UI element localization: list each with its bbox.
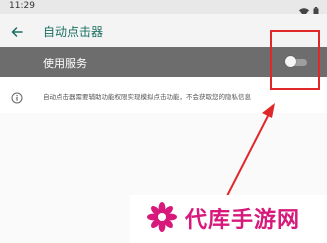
info-text: 自动点击器需要辅助功能权限实现模拟点击功能，不会获取您的隐私信息 bbox=[43, 93, 251, 101]
watermark-logo-icon bbox=[146, 201, 178, 233]
use-service-label: 使用服务 bbox=[43, 57, 87, 70]
status-time: 11:29 bbox=[9, 1, 35, 11]
info-icon bbox=[11, 89, 23, 104]
watermark: 代库手游网 bbox=[130, 195, 327, 243]
annotation-highlight-box bbox=[270, 30, 320, 90]
watermark-text: 代库手游网 bbox=[185, 208, 301, 233]
back-button[interactable] bbox=[7, 21, 27, 41]
status-bar: 11:29 bbox=[0, 0, 327, 17]
arrow-back-icon bbox=[11, 22, 23, 41]
page-title: 自动点击器 bbox=[43, 25, 104, 39]
screen: 11:29 自动点击器 使用服务 自动点击器需要辅助功能权限实现模拟点击功能，不… bbox=[0, 0, 327, 243]
